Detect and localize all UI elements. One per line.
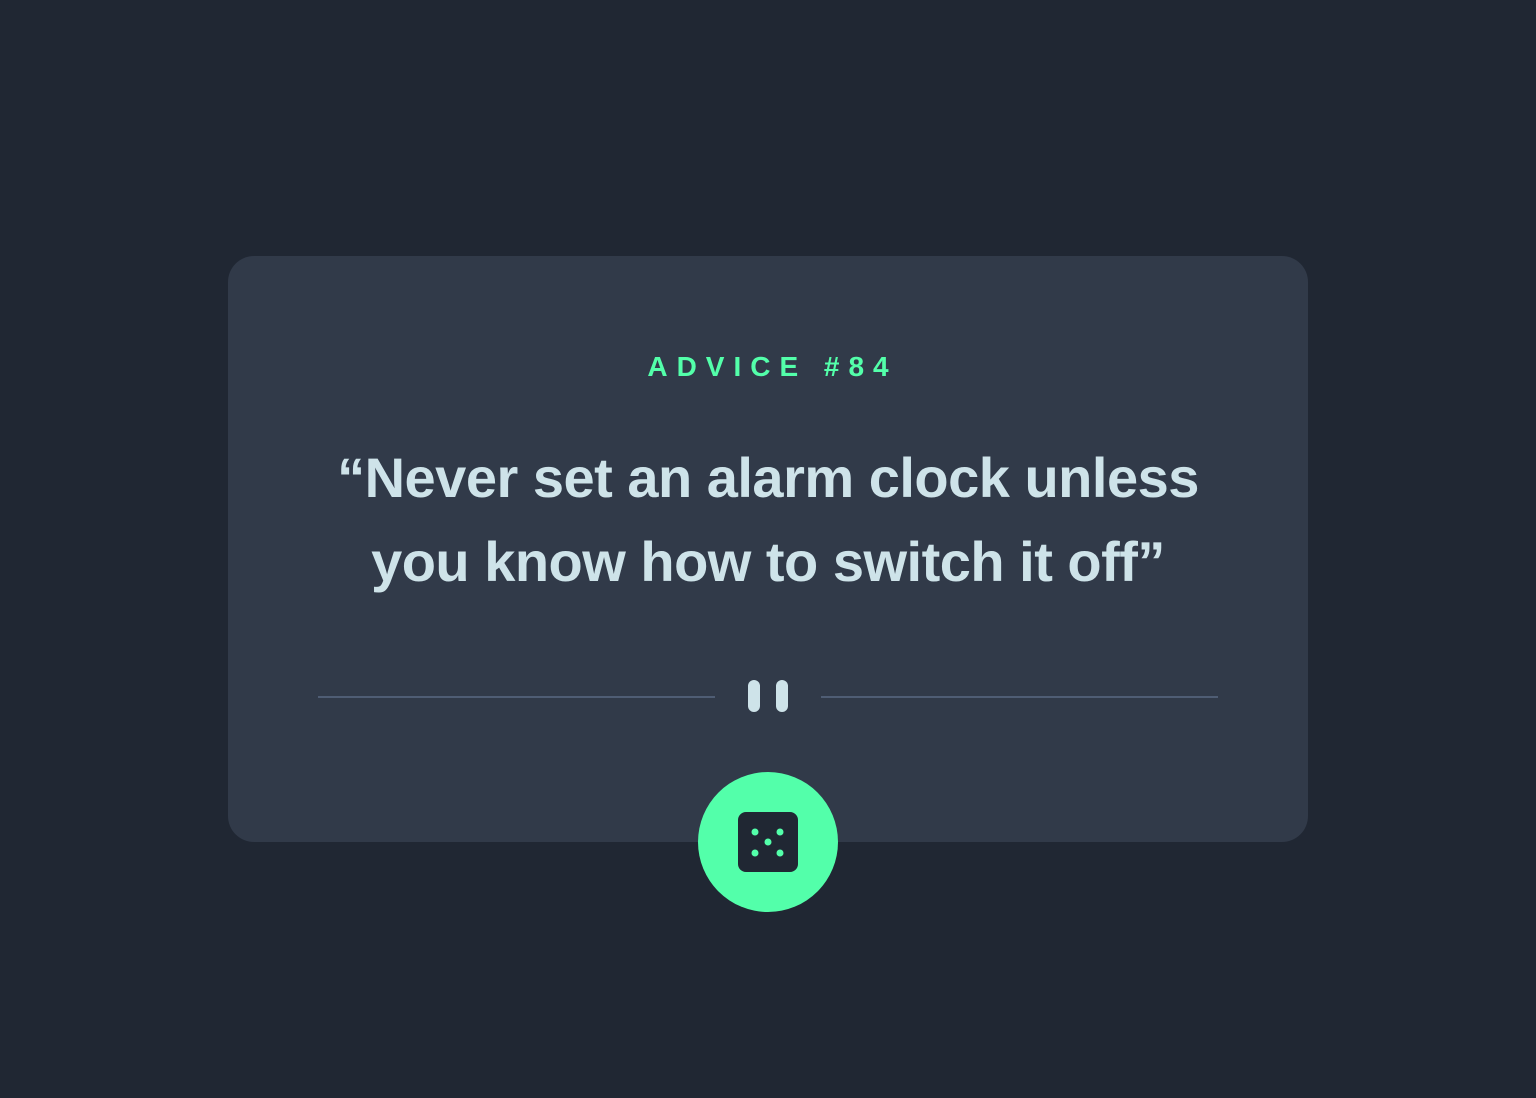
advice-card: ADVICE #84 “Never set an alarm clock unl… xyxy=(228,256,1308,842)
pause-icon xyxy=(748,680,788,712)
advice-number: ADVICE #84 xyxy=(647,351,898,382)
pause-bar-left xyxy=(748,680,760,712)
dice-icon xyxy=(738,812,798,872)
divider-line-right xyxy=(821,696,1218,698)
divider-line-left xyxy=(318,696,715,698)
dice-button[interactable] xyxy=(698,772,838,912)
pause-bar-right xyxy=(776,680,788,712)
advice-quote: “Never set an alarm clock unless you kno… xyxy=(337,446,1199,593)
